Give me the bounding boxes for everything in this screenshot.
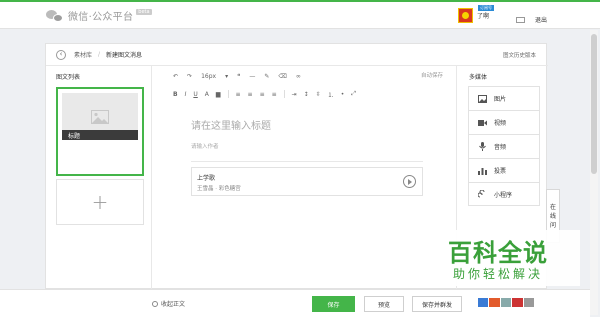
online-help-char: 在: [549, 203, 556, 211]
preview-button[interactable]: 预览: [364, 296, 404, 312]
format-brush-icon[interactable]: ✎: [264, 73, 269, 80]
image-icon: [478, 94, 487, 103]
top-bar: 微信·公众平台 beta 订阅号 了啊 退出: [0, 0, 600, 29]
media-item-video[interactable]: 视频: [468, 110, 540, 134]
article-item[interactable]: 标题: [56, 87, 144, 176]
article-list-title: 图文列表: [56, 74, 81, 81]
scrollbar-thumb[interactable]: [591, 34, 597, 174]
font-color-icon[interactable]: A: [205, 91, 209, 98]
unordered-list-icon[interactable]: •: [341, 91, 345, 98]
online-help-char: 问: [549, 221, 556, 229]
link-icon[interactable]: ∞: [296, 73, 301, 80]
media-item-label: 图片: [494, 96, 507, 103]
music-title: 上学歌: [197, 175, 216, 182]
wechat-logo[interactable]: 微信·公众平台 beta: [46, 8, 152, 23]
autosave-status[interactable]: 自动保存: [421, 71, 443, 79]
media-item-label: 音频: [494, 144, 507, 151]
editor-toolbar-top: ↶ ↷ 16px ▾ ❝ — ✎ ⌫ ∞: [173, 70, 301, 82]
media-item-vote[interactable]: 投票: [468, 158, 540, 182]
quote-icon[interactable]: ❝: [237, 73, 240, 80]
back-arrow-icon[interactable]: ‹: [56, 49, 66, 60]
account-type-badge: 订阅号: [478, 5, 494, 11]
user-info[interactable]: 订阅号 了啊: [458, 5, 494, 23]
collapse-body-toggle[interactable]: 收起正文: [152, 299, 185, 308]
breadcrumb-library[interactable]: 素材库: [74, 50, 92, 59]
play-icon[interactable]: [403, 175, 416, 188]
italic-icon[interactable]: I: [185, 91, 187, 98]
author-input[interactable]: 请输入作者: [191, 142, 219, 150]
media-item-miniprogram[interactable]: 小程序: [468, 182, 540, 206]
editor-toolbar-format: B I U A ▆ ≡ ≡ ≡ ≡ ⇥ ↕ ⇳ ⒈ • ⤢: [173, 88, 356, 100]
music-artist: 王雪晶 · 彩色糖宫: [197, 186, 241, 192]
indent-icon[interactable]: ⇥: [292, 91, 297, 98]
add-article-button[interactable]: +: [56, 179, 144, 225]
title-divider: [191, 161, 423, 162]
title-input[interactable]: 请在这里输入标题: [191, 117, 271, 132]
online-help-char: 线: [549, 212, 556, 220]
save-and-publish-button[interactable]: 保存并群发: [412, 296, 462, 312]
background-color-icon[interactable]: ▆: [216, 91, 221, 98]
watermark-title: 百科全说: [448, 239, 548, 267]
ordered-list-icon[interactable]: ⒈: [328, 90, 334, 99]
avatar[interactable]: [458, 8, 473, 23]
music-card[interactable]: 上学歌 王雪晶 · 彩色糖宫: [191, 167, 423, 196]
breadcrumb-current: 新建图文消息: [106, 52, 143, 59]
line-height-icon[interactable]: ↕: [304, 91, 309, 98]
watermark-subtitle: 助你轻松解决: [453, 267, 544, 281]
system-tray-icons: [478, 298, 535, 307]
brand-title: 微信·公众平台: [68, 12, 134, 23]
align-right-icon[interactable]: ≡: [260, 91, 265, 98]
undo-icon[interactable]: ↶: [173, 73, 178, 80]
microphone-icon: [478, 142, 487, 151]
wechat-icon: [46, 9, 64, 23]
align-center-icon[interactable]: ≡: [248, 91, 253, 98]
history-versions-link[interactable]: 图文历史版本: [503, 51, 536, 59]
redo-icon[interactable]: ↷: [187, 73, 192, 80]
collapse-icon: [152, 300, 158, 307]
media-item-label: 视频: [494, 120, 507, 127]
video-icon: [478, 119, 487, 127]
media-item-audio[interactable]: 音频: [468, 134, 540, 158]
miniprogram-icon: [478, 189, 487, 198]
media-panel-title: 多媒体: [469, 74, 488, 81]
vote-icon: [478, 167, 487, 175]
font-size-select[interactable]: 16px: [201, 73, 216, 80]
fullscreen-icon[interactable]: ⤢: [351, 90, 356, 98]
logout-link[interactable]: 退出: [535, 15, 547, 24]
page-scrollbar[interactable]: [590, 30, 598, 315]
clear-format-icon[interactable]: ⌫: [278, 73, 286, 80]
dropdown-icon[interactable]: ▾: [225, 73, 228, 80]
watermark-overlay: 百科全说 助你轻松解决: [420, 230, 580, 286]
collapse-label: 收起正文: [161, 301, 186, 308]
beta-badge: beta: [136, 8, 152, 15]
align-left-icon[interactable]: ≡: [236, 91, 241, 98]
media-item-image[interactable]: 图片: [468, 86, 540, 110]
user-name[interactable]: 了啊: [477, 11, 489, 20]
bold-icon[interactable]: B: [173, 91, 178, 98]
justify-icon[interactable]: ≡: [272, 91, 277, 98]
breadcrumb: ‹ 素材库 / 新建图文消息 图文历史版本: [46, 44, 548, 66]
paragraph-spacing-icon[interactable]: ⇳: [316, 91, 321, 98]
breadcrumb-separator: /: [98, 51, 101, 58]
save-button[interactable]: 保存: [312, 296, 355, 312]
media-list: 图片 视频 音频 投票 小程序: [468, 86, 540, 206]
media-item-label: 投票: [494, 168, 507, 175]
article-item-title: 标题: [62, 130, 138, 140]
separator-line-icon[interactable]: —: [249, 73, 255, 80]
mail-icon[interactable]: [516, 17, 525, 23]
underline-icon[interactable]: U: [193, 91, 197, 98]
media-item-label: 小程序: [494, 191, 513, 199]
